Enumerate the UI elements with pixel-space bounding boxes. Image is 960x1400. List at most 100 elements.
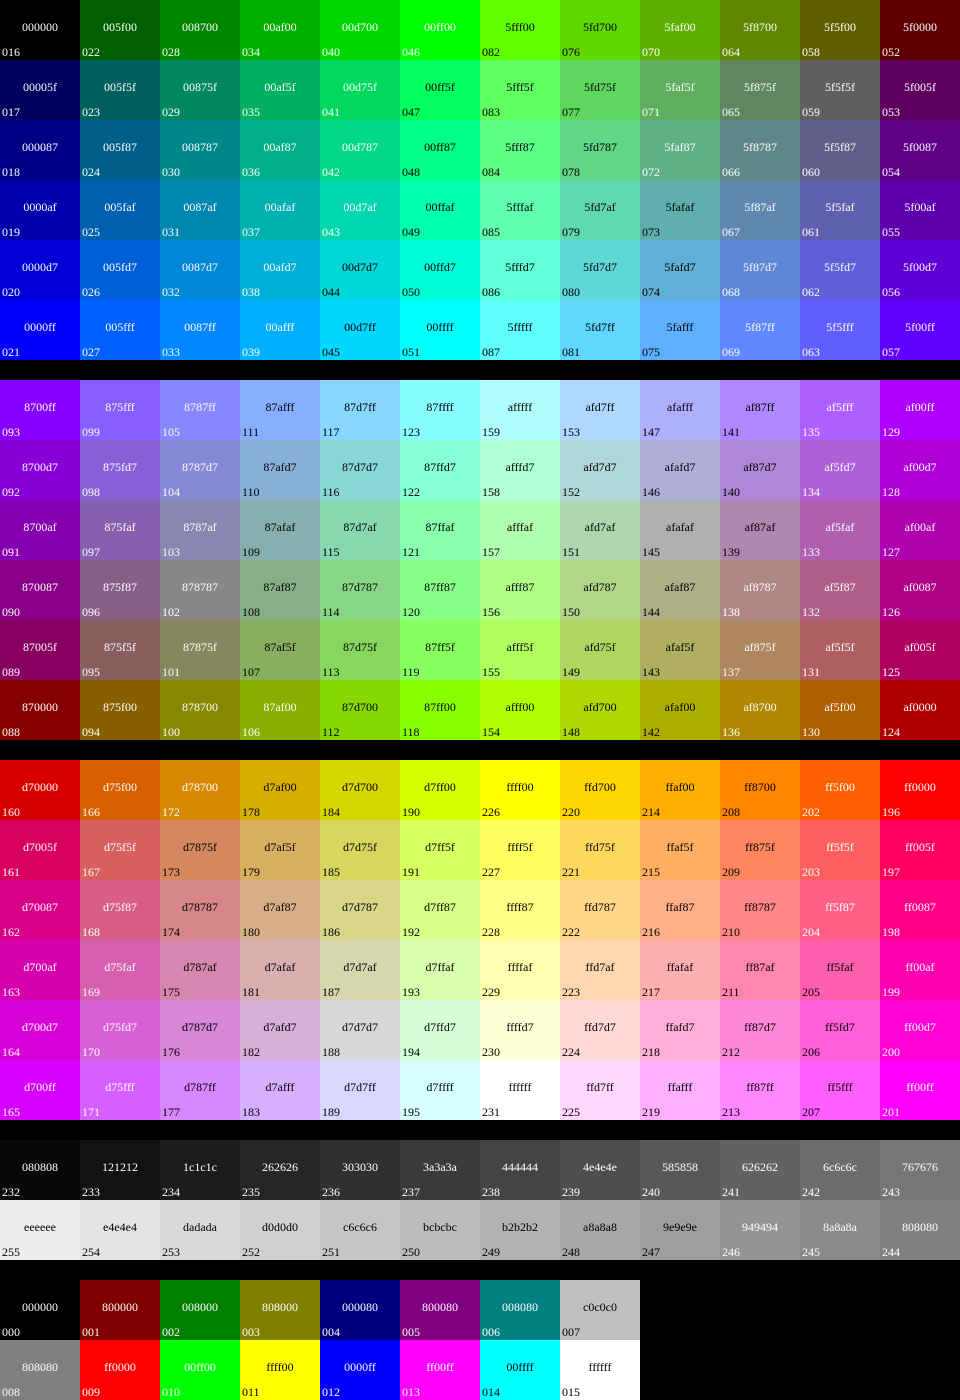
color-swatch: 5f8700 064 (720, 0, 800, 60)
swatch-index-label: 159 (482, 425, 500, 439)
cube-block-2-row: d700ff 165 d75fff 171 d787ff 177 d7afff 183 d7d7… (0, 1060, 960, 1120)
swatch-index-label: 002 (162, 1325, 180, 1339)
swatch-hex-label: afff87 (505, 580, 535, 594)
color-swatch: ff87ff 213 (720, 1060, 800, 1120)
swatch-index-label: 061 (802, 225, 820, 239)
swatch-index-label: 148 (562, 725, 580, 739)
color-swatch: 00af87 036 (240, 120, 320, 180)
swatch-hex-label: 5fffd7 (505, 260, 535, 274)
swatch-hex-label: 87d7af (343, 520, 377, 534)
swatch-hex-label: 5f87af (744, 200, 776, 214)
swatch-hex-label: 5fffaf (506, 200, 534, 214)
swatch-index-label: 054 (882, 165, 900, 179)
swatch-hex-label: af87af (744, 520, 776, 534)
color-swatch: 0000af 019 (0, 180, 80, 240)
color-swatch: 808080 244 (880, 1200, 960, 1260)
color-swatch: 5f5f5f 059 (800, 60, 880, 120)
color-swatch: afd75f 149 (560, 620, 640, 680)
color-swatch: ff00ff 201 (880, 1060, 960, 1120)
swatch-index-label: 024 (82, 165, 100, 179)
color-swatch: 000087 018 (0, 120, 80, 180)
swatch-index-label: 182 (242, 1045, 260, 1059)
color-swatch: 87d700 112 (320, 680, 400, 740)
swatch-index-label: 031 (162, 225, 180, 239)
swatch-index-label: 007 (562, 1325, 580, 1339)
swatch-index-label: 229 (482, 985, 500, 999)
swatch-index-label: 175 (162, 985, 180, 999)
swatch-hex-label: af87d7 (743, 460, 777, 474)
swatch-hex-label: 5f005f (904, 80, 936, 94)
swatch-index-label: 017 (2, 105, 20, 119)
color-swatch: ffafaf 217 (640, 940, 720, 1000)
color-swatch: 875fff 099 (80, 380, 160, 440)
color-swatch: 00afd7 038 (240, 240, 320, 300)
swatch-hex-label: ffd75f (585, 840, 615, 854)
color-swatch: a8a8a8 248 (560, 1200, 640, 1260)
swatch-hex-label: 5f5faf (825, 200, 855, 214)
swatch-index-label: 001 (82, 1325, 100, 1339)
color-swatch: e4e4e4 254 (80, 1200, 160, 1260)
swatch-hex-label: ff00d7 (904, 1020, 936, 1034)
swatch-hex-label: 00ff87 (424, 140, 456, 154)
swatch-hex-label: 875fff (105, 400, 135, 414)
color-swatch: 5faf00 070 (640, 0, 720, 60)
swatch-hex-label: 303030 (342, 1160, 378, 1174)
swatch-hex-label: 5f87ff (745, 320, 775, 334)
swatch-hex-label: 262626 (262, 1160, 298, 1174)
color-swatch: 5f8787 066 (720, 120, 800, 180)
swatch-index-label: 198 (882, 925, 900, 939)
swatch-hex-label: d7875f (183, 840, 217, 854)
swatch-index-label: 194 (402, 1045, 420, 1059)
color-swatch: 0000d7 020 (0, 240, 80, 300)
swatch-index-label: 003 (242, 1325, 260, 1339)
color-swatch: d7afd7 182 (240, 1000, 320, 1060)
color-swatch: 00d7d7 044 (320, 240, 400, 300)
swatch-hex-label: afafaf (666, 520, 694, 534)
swatch-index-label: 125 (882, 665, 900, 679)
swatch-index-label: 221 (562, 865, 580, 879)
swatch-hex-label: d7d7d7 (342, 1020, 378, 1034)
swatch-index-label: 112 (322, 725, 340, 739)
color-swatch: afaf87 144 (640, 560, 720, 620)
swatch-index-label: 130 (802, 725, 820, 739)
swatch-index-label: 207 (802, 1105, 820, 1119)
swatch-hex-label: 8787af (183, 520, 217, 534)
swatch-hex-label: d7af00 (263, 780, 297, 794)
color-swatch: afaf00 142 (640, 680, 720, 740)
color-swatch: ffffd7 230 (480, 1000, 560, 1060)
swatch-index-label: 004 (322, 1325, 340, 1339)
swatch-index-label: 181 (242, 985, 260, 999)
color-swatch: ffaf5f 215 (640, 820, 720, 880)
color-swatch: c6c6c6 251 (320, 1200, 400, 1260)
color-swatch: 87ff5f 119 (400, 620, 480, 680)
swatch-index-label: 210 (722, 925, 740, 939)
color-swatch: ffd75f 221 (560, 820, 640, 880)
color-swatch: ff0087 198 (880, 880, 960, 940)
swatch-hex-label: 875fd7 (103, 460, 137, 474)
swatch-hex-label: d7ffd7 (424, 1020, 456, 1034)
swatch-hex-label: d700af (23, 960, 57, 974)
swatch-hex-label: 0087ff (184, 320, 216, 334)
swatch-index-label: 169 (82, 985, 100, 999)
color-swatch: 008700 028 (160, 0, 240, 60)
color-swatch: ffd700 220 (560, 760, 640, 820)
cube-block-0-row: 0000af 019 005faf 025 0087af 031 00afaf 037 00d7… (0, 180, 960, 240)
swatch-index-label: 066 (722, 165, 740, 179)
swatch-index-label: 129 (882, 425, 900, 439)
swatch-index-label: 238 (482, 1185, 500, 1199)
swatch-index-label: 106 (242, 725, 260, 739)
color-swatch: 5fafff 075 (640, 300, 720, 360)
color-swatch: 5f005f 053 (880, 60, 960, 120)
swatch-hex-label: 949494 (742, 1220, 778, 1234)
color-swatch: 00ff00 046 (400, 0, 480, 60)
swatch-hex-label: 080808 (22, 1160, 58, 1174)
swatch-hex-label: 5fafff (666, 320, 694, 334)
swatch-index-label: 091 (2, 545, 20, 559)
swatch-index-label: 166 (82, 805, 100, 819)
swatch-hex-label: 5f00ff (905, 320, 935, 334)
swatch-hex-label: 00875f (183, 80, 217, 94)
swatch-hex-label: 808080 (902, 1220, 938, 1234)
swatch-hex-label: d70000 (22, 780, 58, 794)
swatch-hex-label: d7af5f (264, 840, 296, 854)
color-swatch: d7ff5f 191 (400, 820, 480, 880)
